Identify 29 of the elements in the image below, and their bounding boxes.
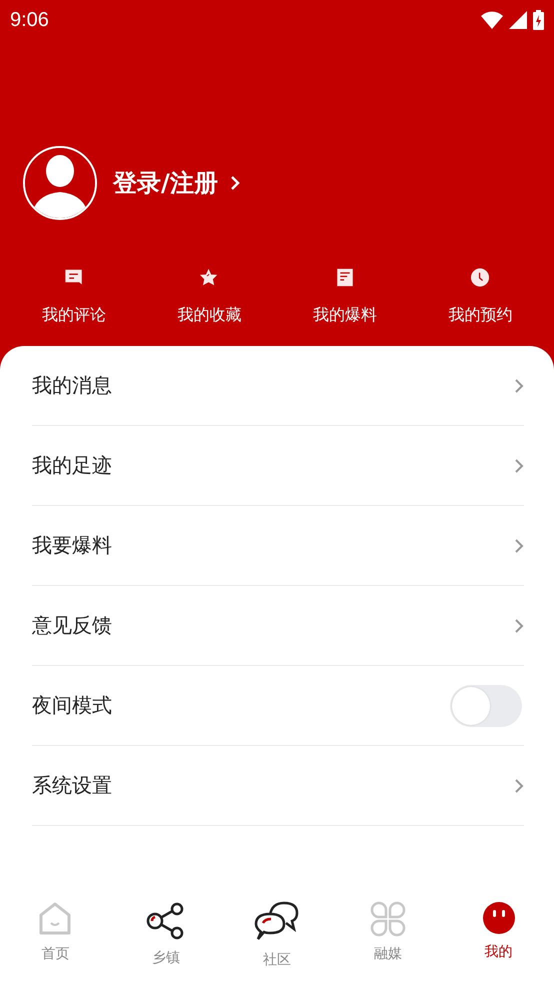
menu-item[interactable]: 我的消息 <box>32 372 112 399</box>
shortcut-label[interactable]: 我的评论 <box>42 305 106 326</box>
night-mode-switch[interactable] <box>450 684 522 726</box>
tab-label[interactable]: 乡镇 <box>152 949 180 967</box>
menu-item[interactable]: 系统设置 <box>32 772 112 799</box>
shortcut-label[interactable]: 我的爆料 <box>312 305 377 326</box>
login-link[interactable]: 登录/注册 <box>113 167 240 199</box>
tab-label[interactable]: 融媒 <box>374 945 402 963</box>
tab-label[interactable]: 我的 <box>484 943 513 961</box>
menu-item[interactable]: 夜间模式 <box>32 692 112 719</box>
chevron-icon[interactable] <box>514 778 524 794</box>
wifi-icon <box>481 11 503 29</box>
menu-item[interactable]: 我要爆料 <box>32 532 112 559</box>
status-time: 9:06 <box>10 8 49 32</box>
chevron-icon[interactable] <box>514 618 524 634</box>
menu-item[interactable]: 我的足迹 <box>32 452 112 479</box>
tab-label[interactable]: 社区 <box>262 951 291 969</box>
chevron-icon <box>230 175 240 191</box>
menu-item[interactable]: 意见反馈 <box>32 612 112 639</box>
avatar-icon[interactable] <box>23 146 97 220</box>
face-icon[interactable] <box>482 901 516 935</box>
chevron-icon[interactable] <box>514 458 524 474</box>
signal-icon <box>509 11 527 29</box>
tab-label[interactable]: 首页 <box>41 945 70 963</box>
chevron-icon[interactable] <box>514 378 524 394</box>
shortcut-label[interactable]: 我的收藏 <box>177 305 242 326</box>
battery-icon <box>533 10 544 30</box>
shortcut-label[interactable]: 我的预约 <box>448 305 512 326</box>
chevron-icon[interactable] <box>514 538 524 554</box>
